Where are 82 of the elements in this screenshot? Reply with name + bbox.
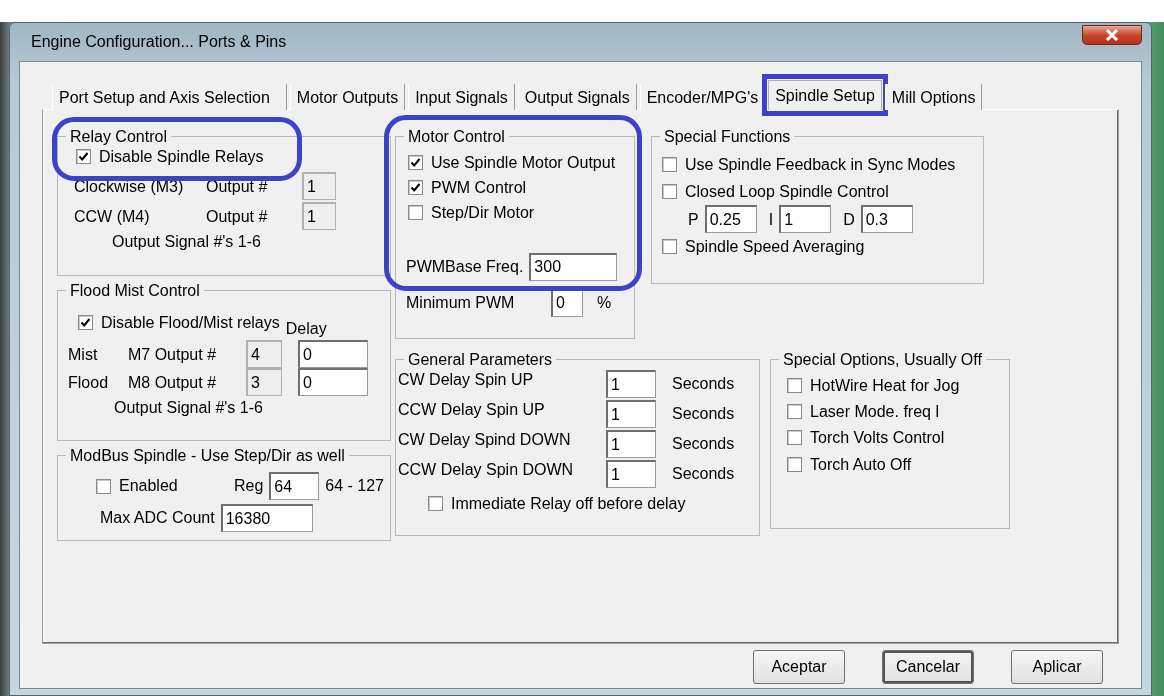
dialog-button[interactable]: Cancelar — [882, 650, 974, 684]
input-field[interactable]: 1 — [606, 430, 656, 458]
checkbox-label: Enabled — [119, 476, 178, 496]
checkbox-label: HotWire Heat for Jog — [810, 376, 960, 396]
field-label: Reg — [233, 476, 264, 496]
field-label: Seconds — [672, 374, 735, 394]
checkbox-label: Torch Auto Off — [810, 454, 912, 474]
group-title: Special Options, Usually Off — [779, 350, 986, 370]
checkbox[interactable] — [662, 184, 677, 200]
field-label: Flood — [68, 372, 110, 392]
input-field[interactable]: 0 — [551, 288, 583, 317]
checkbox[interactable] — [408, 155, 423, 171]
checkbox-label: Spindle Speed Averaging — [685, 237, 865, 257]
close-button[interactable] — [1082, 25, 1142, 45]
checkbox[interactable] — [662, 239, 677, 255]
checkbox-label: Disable Flood/Mist relays — [101, 313, 280, 333]
checkbox[interactable] — [787, 430, 802, 446]
checkbox[interactable] — [96, 478, 111, 494]
checkbox[interactable] — [408, 205, 423, 221]
input-field[interactable]: 1 — [606, 370, 656, 398]
checkbox[interactable] — [787, 378, 802, 394]
checkbox[interactable] — [76, 149, 91, 165]
input-field[interactable]: 0 — [298, 340, 368, 369]
tab[interactable]: Output Signals — [517, 84, 637, 110]
input-field[interactable]: 1 — [779, 205, 832, 234]
checkbox-label: Use Spindle Feedback in Sync Modes — [685, 155, 956, 175]
checkbox-label: Use Spindle Motor Output — [431, 153, 616, 173]
dialog-button[interactable]: Aplicar — [1011, 650, 1103, 684]
checkbox[interactable] — [428, 496, 443, 512]
group-title: ModBus Spindle - Use Step/Dir as well — [66, 446, 349, 466]
input-field[interactable]: 0.3 — [860, 205, 913, 234]
note-text: Output Signal #'s 1-6 — [112, 232, 262, 252]
checkbox[interactable] — [787, 404, 802, 420]
field-label: Seconds — [672, 464, 735, 484]
field-label: I — [768, 209, 774, 229]
close-icon — [1105, 29, 1119, 41]
input-field[interactable]: 1 — [606, 460, 656, 488]
tab[interactable]: Port Setup and Axis Selection — [52, 84, 287, 110]
group-title: Special Functions — [660, 127, 795, 147]
field-label: CCW Delay Spin UP — [398, 400, 546, 420]
input-field[interactable]: 16380 — [220, 504, 313, 532]
field-label: Mist — [68, 344, 99, 364]
checkbox-label: Immediate Relay off before delay — [451, 494, 686, 514]
field-label: 64 - 127 — [325, 476, 384, 496]
checkbox-label: Disable Spindle Relays — [99, 147, 264, 167]
field-label: P — [688, 209, 699, 229]
field-label: Max ADC Count — [100, 508, 215, 528]
checkbox[interactable] — [78, 315, 93, 331]
checkbox-label: Step/Dir Motor — [431, 203, 535, 223]
note-text: Output Signal #'s 1-6 — [114, 398, 264, 418]
checkbox-label: Closed Loop Spindle Control — [685, 182, 889, 202]
field-label: CCW Delay Spin DOWN — [398, 460, 575, 480]
dialog-button[interactable]: Aceptar — [753, 650, 845, 684]
field-label: M8 Output # — [128, 372, 218, 392]
field-label: PWMBase Freq. — [406, 256, 524, 277]
field-label: Seconds — [672, 404, 735, 424]
field-label: Seconds — [672, 434, 735, 454]
field-label: % — [597, 292, 612, 313]
window-title: Engine Configuration... Ports & Pins — [30, 32, 287, 52]
input-field[interactable]: 64 — [269, 472, 320, 500]
field-label: Output # — [206, 206, 269, 226]
group-title: Relay Control — [66, 127, 171, 147]
checkbox-label: PWM Control — [431, 178, 527, 198]
input-field[interactable]: 1 — [606, 400, 656, 428]
checkbox[interactable] — [787, 456, 802, 472]
checkbox-label: Torch Volts Control — [810, 428, 945, 448]
field-label: D — [843, 209, 855, 229]
checkbox-label: Laser Mode. freq l — [810, 402, 939, 422]
field-label: CCW (M4) — [73, 206, 151, 226]
input-field[interactable]: 0 — [298, 368, 368, 397]
checkbox[interactable] — [408, 180, 423, 196]
input-field[interactable]: 300 — [529, 252, 618, 281]
field-label: M7 Output # — [128, 344, 218, 364]
field-label: Delay — [285, 319, 327, 339]
input-field[interactable]: 0.25 — [704, 205, 757, 234]
field-label: CW Delay Spin UP — [398, 370, 535, 390]
tab[interactable]: Mill Options — [884, 84, 983, 110]
checkbox[interactable] — [662, 157, 677, 173]
tab[interactable]: Motor Outputs — [289, 84, 406, 110]
field-label: CW Delay Spind DOWN — [398, 430, 572, 450]
tab[interactable]: Input Signals — [408, 84, 515, 110]
field-label: Minimum PWM — [406, 292, 516, 313]
